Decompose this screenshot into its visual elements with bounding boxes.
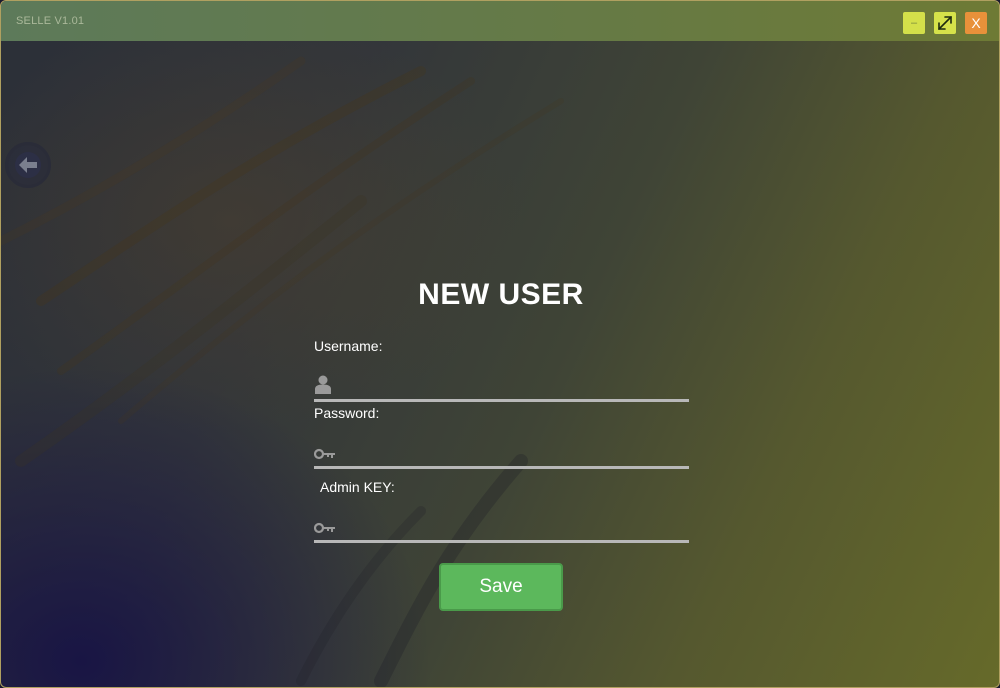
admin-key-label: Admin KEY: [320,479,395,495]
admin-key-field[interactable] [314,511,689,543]
page-title: NEW USER [418,278,584,311]
password-input[interactable] [344,437,689,466]
minimize-button[interactable]: – [903,12,925,34]
key-icon [314,522,335,534]
username-field[interactable] [314,370,689,402]
expand-icon [938,16,952,30]
key-icon [314,448,335,460]
password-field[interactable] [314,437,689,469]
app-title: SELLE V1.01 [16,15,85,27]
app-window: SELLE V1.01 – X NEW USER Username: Passw… [0,0,1000,688]
arrow-left-icon [15,152,41,178]
admin-key-input[interactable] [344,511,689,540]
close-label: X [971,15,981,31]
maximize-button[interactable] [934,12,956,34]
user-icon [315,375,331,394]
password-label: Password: [314,405,380,421]
username-input[interactable] [344,370,689,399]
minimize-label: – [910,17,918,29]
close-button[interactable]: X [965,12,987,34]
back-button[interactable] [5,142,51,188]
save-label: Save [479,576,523,597]
title-bar[interactable]: SELLE V1.01 – X [1,1,999,41]
username-label: Username: [314,338,383,354]
save-button[interactable]: Save [439,563,563,611]
